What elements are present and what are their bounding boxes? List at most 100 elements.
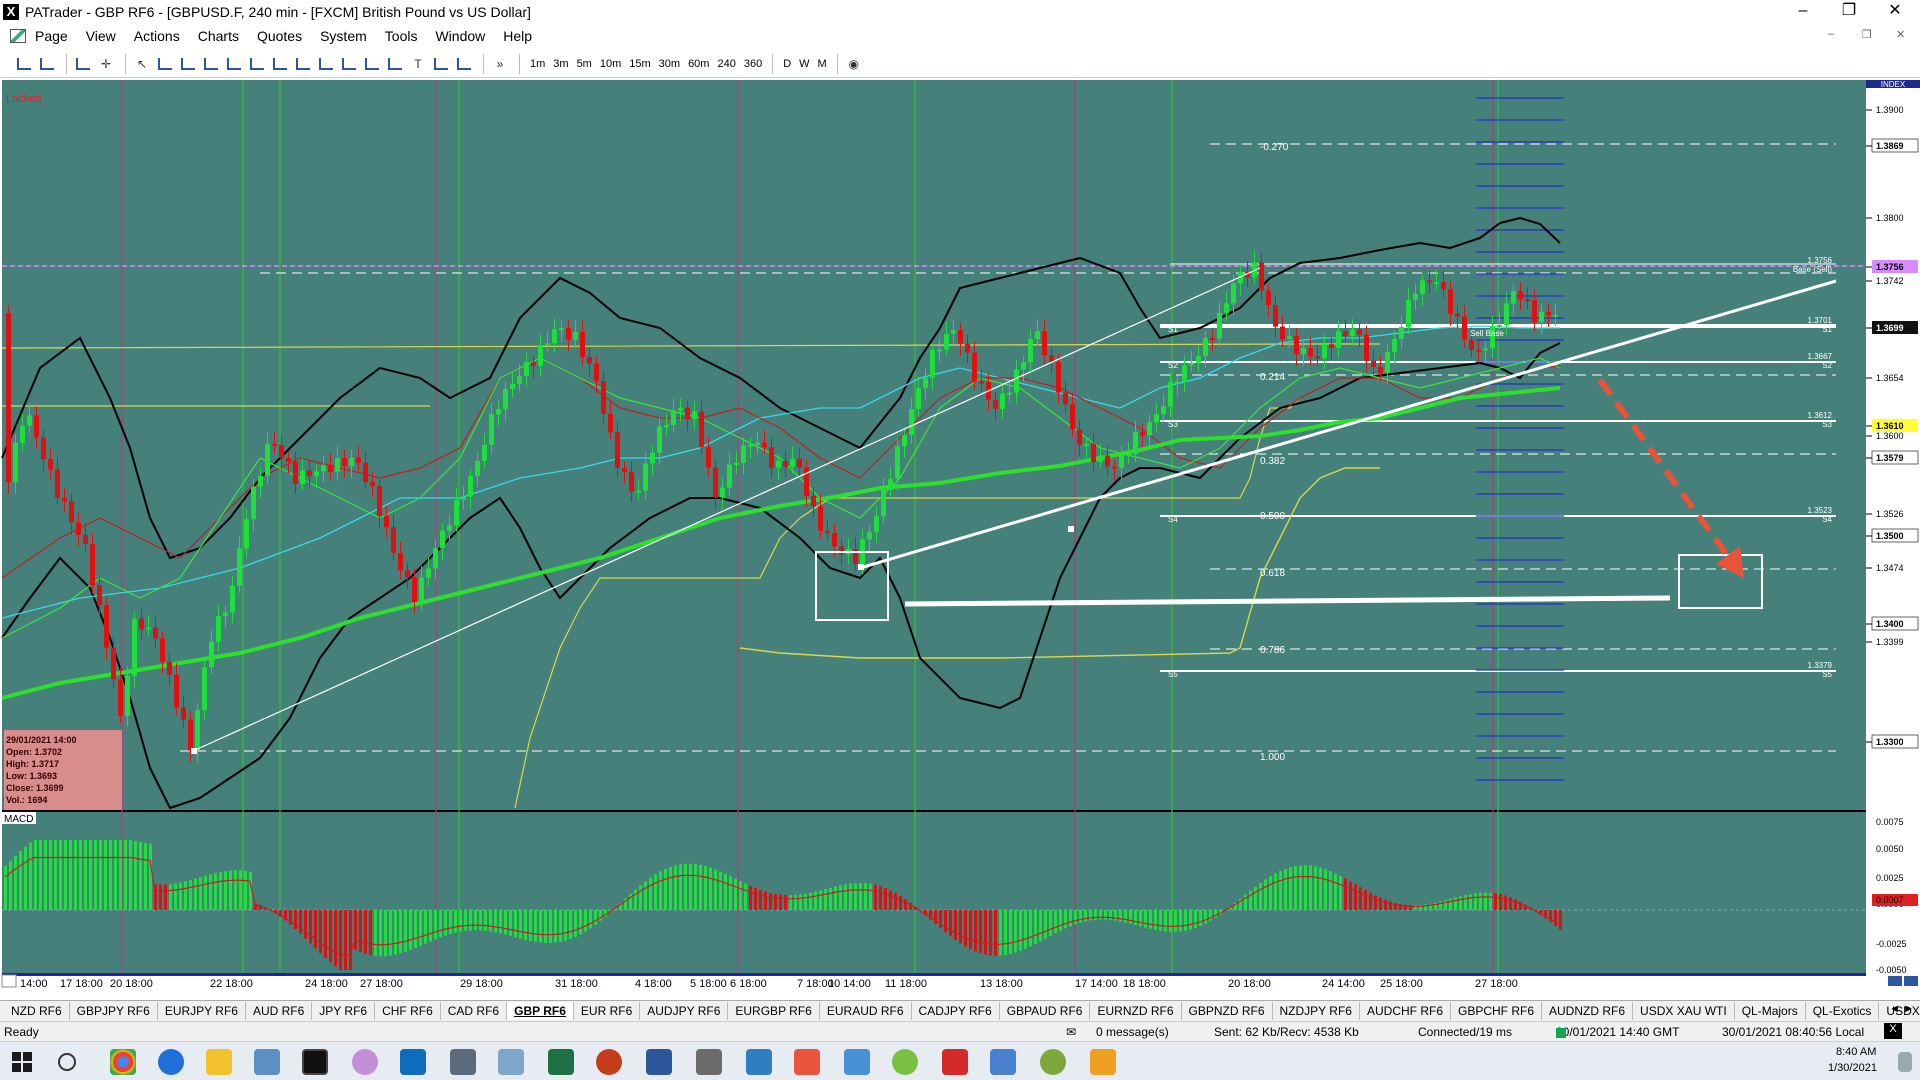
text-icon[interactable]: T: [408, 54, 428, 74]
period-monthly[interactable]: M: [814, 58, 831, 70]
clock-icon[interactable]: ◉: [844, 54, 864, 74]
tab-scroll-arrows[interactable]: ◄ ►: [1889, 1003, 1914, 1015]
trendline-icon[interactable]: [201, 54, 221, 74]
more-tools-button[interactable]: »: [490, 54, 510, 74]
pitchfork-icon[interactable]: [431, 54, 451, 74]
period-weekly[interactable]: W: [795, 58, 813, 70]
timeframe-30m[interactable]: 30m: [655, 58, 684, 70]
period-daily[interactable]: D: [779, 58, 795, 70]
menu-charts[interactable]: Charts: [189, 28, 248, 44]
menu-window[interactable]: Window: [426, 28, 494, 44]
symbol-tab[interactable]: EURJPY RF6: [158, 1002, 246, 1020]
search-icon[interactable]: [58, 1053, 76, 1071]
zoom-out-icon[interactable]: [1888, 976, 1902, 986]
price-chart-svg[interactable]: INDEX -0.2700.2140.3820.5000.6180.7861.0…: [0, 78, 1920, 990]
child-restore-button[interactable]: ❐: [1862, 28, 1872, 41]
child-minimize-button[interactable]: –: [1828, 28, 1834, 40]
symbol-tab[interactable]: CHF RF6: [375, 1002, 441, 1020]
symbol-tab[interactable]: NZD RF6: [4, 1002, 70, 1020]
timeframe-10m[interactable]: 10m: [596, 58, 625, 70]
line-chart-icon[interactable]: [73, 54, 93, 74]
symbol-tab[interactable]: GBPCHF RF6: [1451, 1002, 1543, 1020]
chrome-icon[interactable]: [110, 1049, 136, 1075]
outlook-icon[interactable]: [400, 1049, 426, 1075]
menu-quotes[interactable]: Quotes: [248, 28, 311, 44]
symbol-tab[interactable]: GBP RF6: [507, 1002, 574, 1020]
menu-actions[interactable]: Actions: [125, 28, 189, 44]
close-button[interactable]: ✕: [1872, 0, 1918, 24]
symbol-tab[interactable]: USDX XAU WTI: [1633, 1002, 1735, 1020]
vertical-line-icon[interactable]: [178, 54, 198, 74]
rectangle-icon[interactable]: [385, 54, 405, 74]
symbol-tab[interactable]: CADJPY RF6: [912, 1002, 1000, 1020]
scroll-left-handle[interactable]: [1, 974, 17, 988]
notes-app-icon[interactable]: [254, 1049, 280, 1075]
symbol-tab[interactable]: JPY RF6: [312, 1002, 376, 1020]
word-icon[interactable]: [646, 1049, 672, 1075]
gann-icon[interactable]: [339, 54, 359, 74]
symbol-tab[interactable]: GBPJPY RF6: [70, 1002, 158, 1020]
symbol-tab[interactable]: EUR RF6: [574, 1002, 641, 1020]
orange-app-icon[interactable]: [1090, 1049, 1116, 1075]
fib-extension-icon[interactable]: [316, 54, 336, 74]
file-explorer-icon[interactable]: [206, 1049, 232, 1075]
powerpoint-icon[interactable]: [596, 1049, 622, 1075]
channel-icon[interactable]: [224, 54, 244, 74]
bear-chart-icon[interactable]: [37, 54, 57, 74]
symbol-tab[interactable]: AUD RF6: [246, 1002, 313, 1020]
edge-icon[interactable]: [158, 1049, 184, 1075]
chart-area[interactable]: INDEX -0.270 0.214 0.382 0.500 0.618 0.7…: [0, 78, 1920, 990]
green-app-icon[interactable]: [892, 1049, 918, 1075]
menu-tools[interactable]: Tools: [376, 28, 427, 44]
symbol-tab[interactable]: QL-Exotics: [1806, 1002, 1880, 1020]
minimize-button[interactable]: –: [1780, 0, 1826, 24]
bull-chart-icon[interactable]: [14, 54, 34, 74]
red-app-icon[interactable]: [942, 1049, 968, 1075]
levels-icon[interactable]: [454, 54, 474, 74]
skype-like-icon[interactable]: [746, 1049, 772, 1075]
menu-view[interactable]: View: [77, 28, 125, 44]
cursor-icon[interactable]: ↖: [132, 54, 152, 74]
calculator-icon[interactable]: [450, 1049, 476, 1075]
cycle-icon[interactable]: [362, 54, 382, 74]
crosshair-icon[interactable]: ✛: [96, 54, 116, 74]
status-messages[interactable]: 0 message(s): [1096, 1025, 1169, 1039]
screen-recorder-icon[interactable]: [352, 1049, 378, 1075]
fib-fan-icon[interactable]: [270, 54, 290, 74]
photos-icon[interactable]: [844, 1049, 870, 1075]
symbol-tab[interactable]: CAD RF6: [441, 1002, 508, 1020]
child-close-button[interactable]: ✕: [1896, 28, 1905, 41]
zoom-in-icon[interactable]: [1904, 976, 1918, 986]
webull-icon[interactable]: [1040, 1049, 1066, 1075]
fib-retracement-icon[interactable]: [293, 54, 313, 74]
horizontal-line-icon[interactable]: [155, 54, 175, 74]
symbol-tab[interactable]: AUDJPY RF6: [640, 1002, 729, 1020]
symbol-tab[interactable]: AUDCHF RF6: [1360, 1002, 1451, 1020]
remote-desktop-icon[interactable]: [498, 1049, 524, 1075]
symbol-tab[interactable]: EURNZD RF6: [1090, 1002, 1182, 1020]
timeframe-1m[interactable]: 1m: [526, 58, 549, 70]
mail-icon[interactable]: ✉: [1066, 1025, 1076, 1039]
snip-tool-icon[interactable]: [794, 1049, 820, 1075]
symbol-tab[interactable]: EURGBP RF6: [728, 1002, 820, 1020]
timeframe-15m[interactable]: 15m: [625, 58, 654, 70]
excel-icon[interactable]: [548, 1049, 574, 1075]
fibonacci-icon[interactable]: [247, 54, 267, 74]
symbol-tab[interactable]: NZDJPY RF6: [1273, 1002, 1360, 1020]
maximize-button[interactable]: ❐: [1826, 0, 1872, 24]
menu-help[interactable]: Help: [494, 28, 541, 44]
windows-start-icon[interactable]: [12, 1052, 32, 1072]
patrader-taskbar-icon[interactable]: [302, 1049, 328, 1075]
timeframe-5m[interactable]: 5m: [573, 58, 596, 70]
notifications-icon[interactable]: [1898, 1052, 1912, 1072]
timeframe-360[interactable]: 360: [740, 58, 766, 70]
app-window-icon[interactable]: [696, 1049, 722, 1075]
symbol-tab[interactable]: GBPAUD RF6: [1000, 1002, 1091, 1020]
symbol-tab[interactable]: AUDNZD RF6: [1542, 1002, 1634, 1020]
timeframe-60m[interactable]: 60m: [684, 58, 713, 70]
timeframe-240[interactable]: 240: [713, 58, 739, 70]
menu-system[interactable]: System: [311, 28, 376, 44]
symbol-tab[interactable]: GBPNZD RF6: [1182, 1002, 1273, 1020]
symbol-tab[interactable]: QL-Majors: [1735, 1002, 1806, 1020]
menu-page[interactable]: Page: [26, 28, 77, 44]
